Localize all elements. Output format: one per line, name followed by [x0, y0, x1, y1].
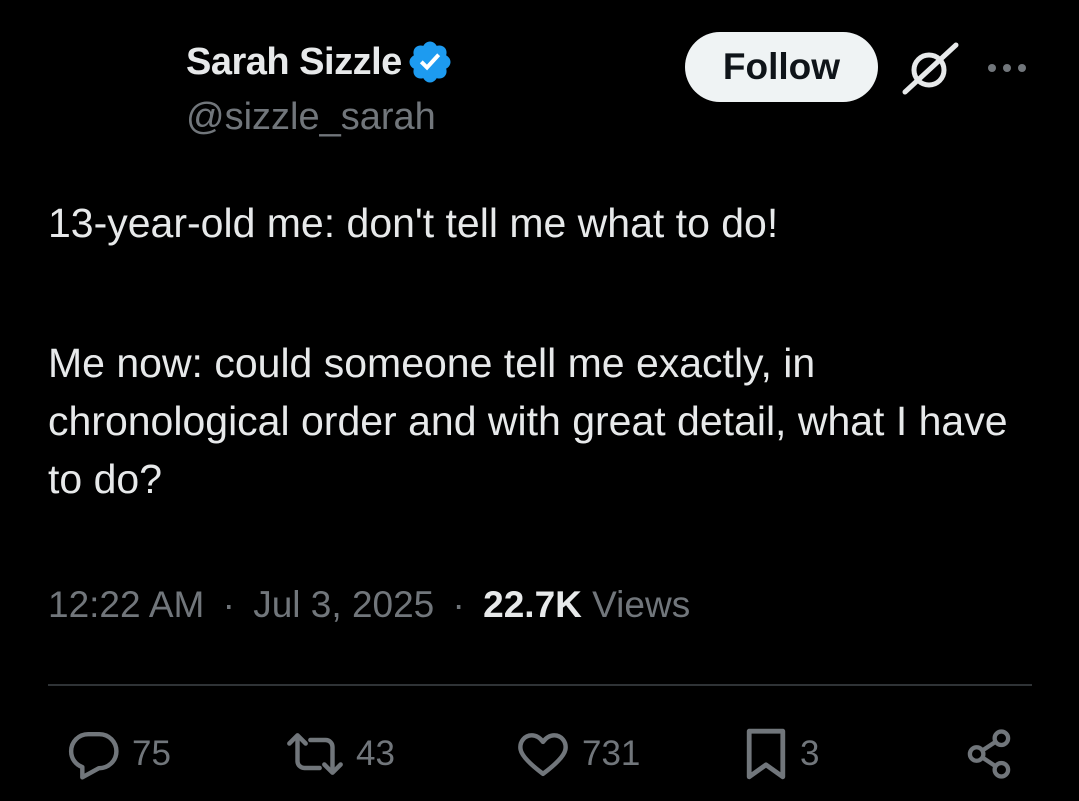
repost-button[interactable]: 43	[284, 724, 395, 784]
repost-icon[interactable]	[284, 726, 346, 782]
verified-badge-icon[interactable]	[406, 38, 454, 86]
more-icon[interactable]	[985, 55, 1029, 81]
author-display-name[interactable]: Sarah Sizzle	[186, 41, 402, 84]
tweet-time[interactable]: 12:22 AM	[48, 584, 204, 625]
author-display-name-row[interactable]: Sarah Sizzle	[186, 38, 454, 86]
views-label[interactable]: Views	[592, 584, 690, 625]
reply-button[interactable]: 75	[66, 724, 171, 784]
tweet-text: 13-year-old me: don't tell me what to do…	[48, 194, 1048, 508]
like-icon[interactable]	[514, 726, 572, 782]
grok-icon[interactable]	[900, 40, 960, 98]
divider	[48, 684, 1032, 686]
repost-count: 43	[356, 734, 395, 773]
meta-separator: ·	[452, 584, 465, 625]
meta-separator: ·	[222, 584, 235, 625]
views-count[interactable]: 22.7K	[483, 584, 582, 625]
bookmark-icon[interactable]	[742, 725, 790, 783]
tweet-date[interactable]: Jul 3, 2025	[253, 584, 434, 625]
follow-button[interactable]: Follow	[685, 32, 878, 102]
reply-count: 75	[132, 734, 171, 773]
like-count: 731	[582, 734, 641, 773]
bookmark-button[interactable]: 3	[742, 724, 819, 784]
reply-icon[interactable]	[66, 726, 122, 782]
author-handle[interactable]: @sizzle_sarah	[186, 96, 436, 139]
bookmark-count: 3	[800, 734, 820, 773]
share-button[interactable]	[962, 724, 1016, 784]
tweet-text-line-2: Me now: could someone tell me exactly, i…	[48, 340, 1008, 502]
tweet-text-line-1: 13-year-old me: don't tell me what to do…	[48, 200, 779, 246]
share-icon[interactable]	[962, 726, 1016, 782]
tweet-meta: 12:22 AM · Jul 3, 2025 · 22.7K Views	[48, 584, 690, 626]
tweet-card: Sarah Sizzle @sizzle_sarah Follow 13-yea…	[0, 0, 1079, 801]
like-button[interactable]: 731	[514, 724, 640, 784]
